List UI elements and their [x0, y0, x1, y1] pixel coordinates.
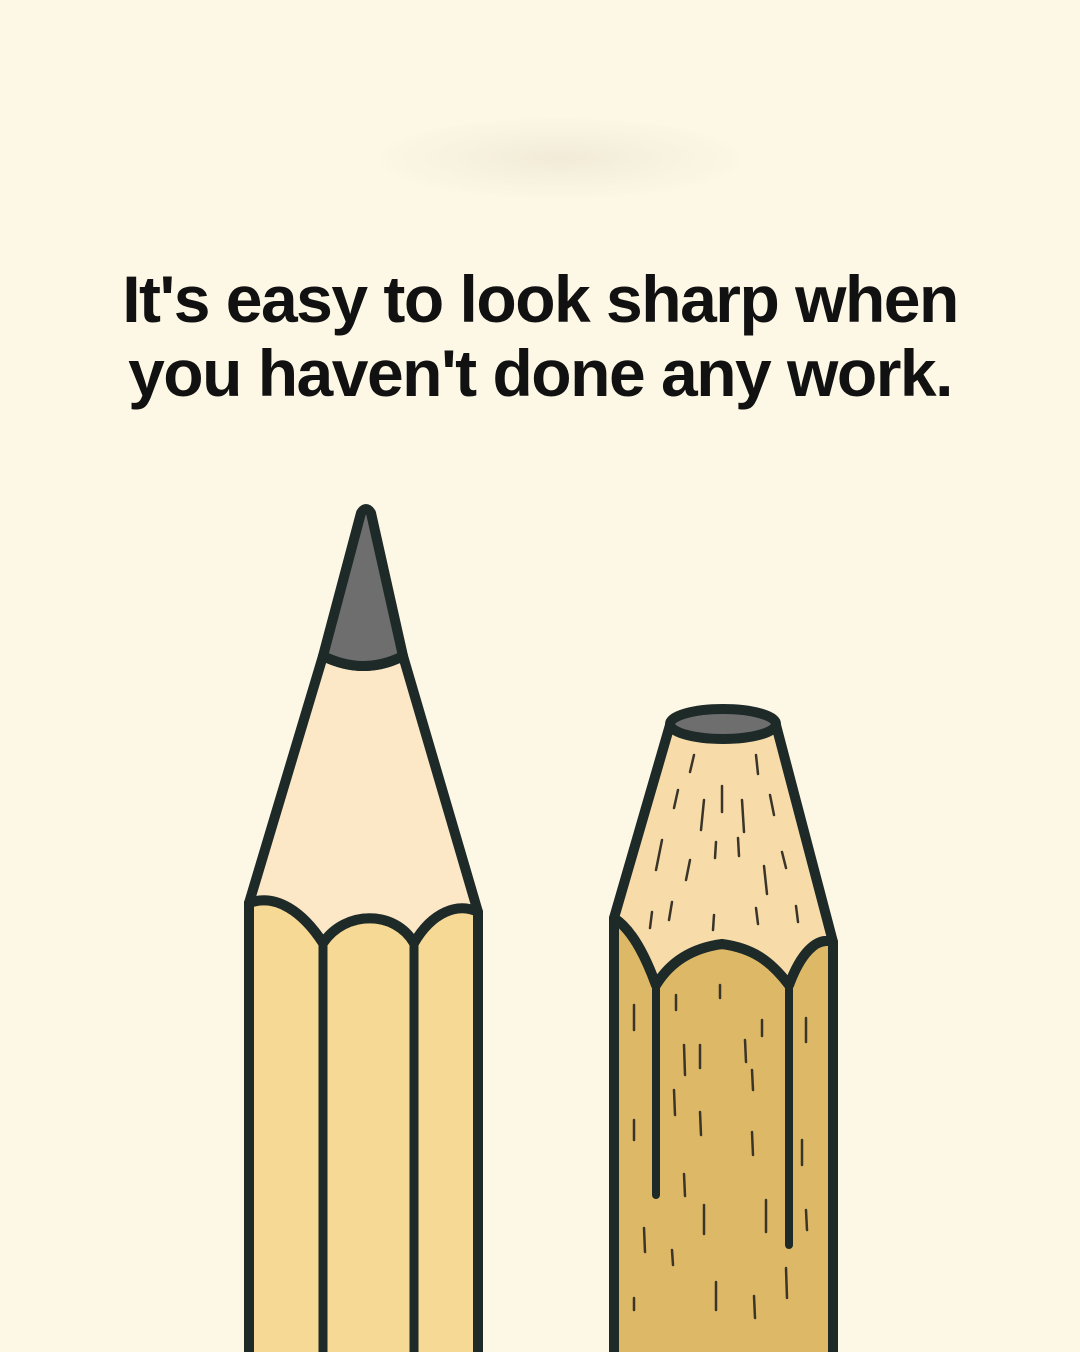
pencils-illustration — [244, 504, 838, 1352]
sharp-pencil-graphite — [318, 504, 408, 671]
sharp-pencil-body — [244, 895, 483, 1352]
sharp-pencil — [244, 504, 483, 1352]
worn-pencil — [609, 704, 838, 1352]
worn-pencil-body — [609, 913, 838, 1352]
worn-pencil-graphite — [665, 704, 781, 744]
sharp-pencil-wood — [244, 651, 483, 948]
worn-pencil-wood — [609, 720, 838, 990]
